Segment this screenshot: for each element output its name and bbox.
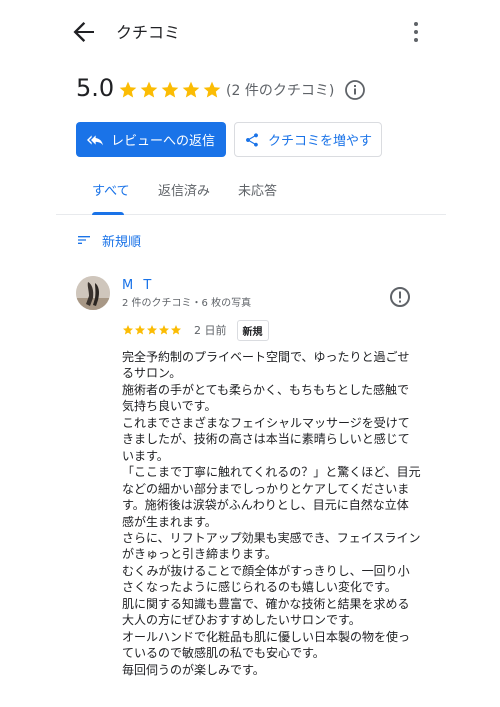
- review-rating-row: 2 日前 新規: [122, 319, 269, 341]
- flag-icon[interactable]: [389, 286, 411, 308]
- sort-dropdown[interactable]: 新規順: [76, 230, 141, 250]
- star-icon: [123, 325, 133, 335]
- share-icon: [245, 132, 258, 147]
- review-text-line: います。: [122, 448, 169, 463]
- star-icon: [140, 81, 158, 98]
- review-text-line: などの細かい部分までしっかりとケアしてくださいま: [122, 481, 410, 496]
- review-text-line: 大人の方にぜひおすすめしたいサロンです。: [122, 613, 361, 628]
- star-icon: [182, 81, 200, 98]
- review-text-line: さくなったように感じられるのも嬉しい変化です。: [122, 580, 397, 595]
- review-text-line: 毎回伺うのが楽しみです。: [122, 662, 265, 677]
- tab-replied[interactable]: 返信済み: [158, 180, 210, 199]
- review-text-line: むくみが抜けることで顔全体がすっきりし、一回り小: [122, 563, 410, 578]
- back-arrow-icon[interactable]: [68, 16, 100, 48]
- review-text-line: るサロン。: [122, 366, 182, 381]
- reply-icon: [86, 134, 103, 145]
- review-filter-tabs: すべて 返信済み 未応答: [56, 172, 446, 215]
- sort-label: 新規順: [102, 234, 142, 250]
- star-icon: [161, 81, 179, 98]
- new-badge: 新規: [236, 319, 269, 341]
- review-count: (2 件のクチコミ): [226, 83, 335, 99]
- star-icon: [171, 325, 181, 335]
- tab-all[interactable]: すべて: [92, 180, 130, 199]
- star-icon: [203, 81, 221, 98]
- active-tab-indicator: [92, 212, 124, 215]
- tab-unanswered[interactable]: 未応答: [238, 180, 277, 199]
- more-vert-icon[interactable]: [404, 16, 428, 48]
- review-text-line: オールハンドで化粧品も肌に優しい日本製の物を使っ: [122, 629, 411, 644]
- review-text-line: これまでさまざまなフェイシャルマッサージを受けて: [122, 415, 410, 430]
- review-text-line: さらに、リフトアップ効果も実感でき、フェイスライン: [122, 530, 421, 545]
- review-text-line: 気持ち良いです。: [122, 399, 217, 414]
- review-text-line: す。施術後は涙袋がふんわりとし、目元に自然な立体: [122, 498, 409, 513]
- review-date: 2 日前: [194, 324, 227, 337]
- reviewer-meta: 2 件のクチコミ・6 枚の写真: [122, 298, 252, 309]
- reviewer-name[interactable]: M T: [122, 278, 154, 293]
- review-text-line: 肌に関する知識も豊富で、確かな技術と結果を求める: [122, 596, 410, 611]
- get-more-button-label: クチコミを増やす: [267, 134, 372, 149]
- average-stars: [118, 80, 222, 100]
- app-bar: クチコミ: [0, 0, 500, 60]
- star-icon: [135, 325, 145, 335]
- review-text-line: がきゅっと引き締まります。: [122, 547, 277, 562]
- average-score: 5.0: [76, 74, 115, 102]
- page-title: クチコミ: [116, 23, 181, 42]
- get-more-reviews-button[interactable]: クチコミを増やす: [234, 122, 382, 157]
- reply-to-reviews-button[interactable]: レビューへの返信: [76, 122, 226, 157]
- review-text-line: 完全予約制のプライベート空間で、ゆったりと過ごせ: [122, 350, 410, 364]
- review-text-line: 施術者の手がとても柔らかく、もちもちとした感触で: [122, 382, 410, 397]
- reply-button-label: レビューへの返信: [110, 134, 215, 149]
- star-icon: [159, 325, 169, 335]
- star-icon: [119, 81, 137, 98]
- review-text-line: 「ここまで丁寧に触れてくれるの？」と驚くほど、目元: [122, 465, 421, 480]
- review-text-line: 感が生まれます。: [122, 514, 217, 529]
- review-text-line: ているので敏感肌の私でも安心です。: [122, 646, 325, 661]
- review-text: 完全予約制のプライベート空間で、ゆったりと過ごせ るサロン。 施術者の手がとても…: [122, 349, 442, 678]
- review-text-line: きましたが、技術の高さは本当に素晴らしいと感じて: [122, 432, 410, 447]
- sort-icon: [78, 236, 90, 244]
- info-icon[interactable]: [344, 79, 366, 101]
- avatar[interactable]: [76, 276, 110, 310]
- star-icon: [147, 325, 157, 335]
- review-stars: [122, 324, 182, 336]
- rating-summary: 5.0 (2 件のクチコミ): [76, 74, 456, 106]
